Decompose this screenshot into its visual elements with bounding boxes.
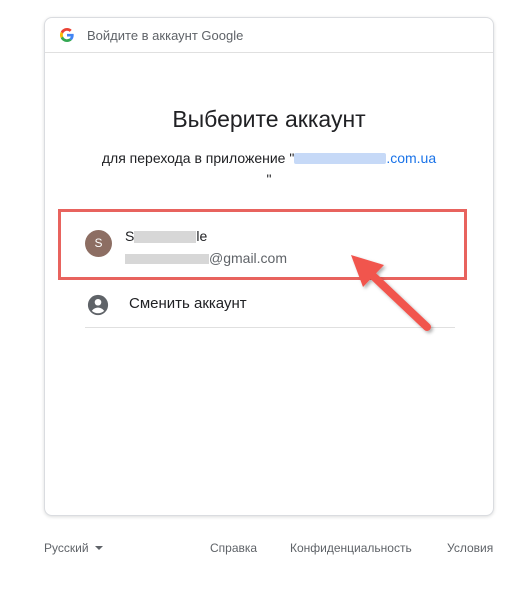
switch-account-label[interactable]: Сменить аккаунт xyxy=(129,295,247,312)
language-selector[interactable]: Русский xyxy=(44,541,103,555)
terms-link[interactable]: Условия xyxy=(447,541,493,555)
privacy-link[interactable]: Конфиденциальность xyxy=(290,541,412,555)
language-label: Русский xyxy=(44,541,89,555)
card-header: Войдите в аккаунт Google xyxy=(45,18,493,53)
app-subtitle: для перехода в приложение " .com.ua " xyxy=(65,148,473,190)
account-circle-icon xyxy=(87,294,109,316)
header-title: Войдите в аккаунт Google xyxy=(87,28,244,43)
page-title: Выберите аккаунт xyxy=(172,106,366,132)
help-link[interactable]: Справка xyxy=(210,541,257,555)
footer: Русский Справка Конфиденциальность Услов… xyxy=(44,541,494,557)
google-logo-icon xyxy=(60,28,74,42)
chevron-down-icon xyxy=(94,546,103,550)
annotation-arrow-icon xyxy=(351,255,431,331)
app-domain[interactable]: .com.ua xyxy=(386,150,436,166)
subtitle-closing-quote: " xyxy=(266,171,272,187)
subtitle-prefix: для перехода в приложение " xyxy=(101,150,295,166)
redacted-app-name xyxy=(294,153,387,164)
